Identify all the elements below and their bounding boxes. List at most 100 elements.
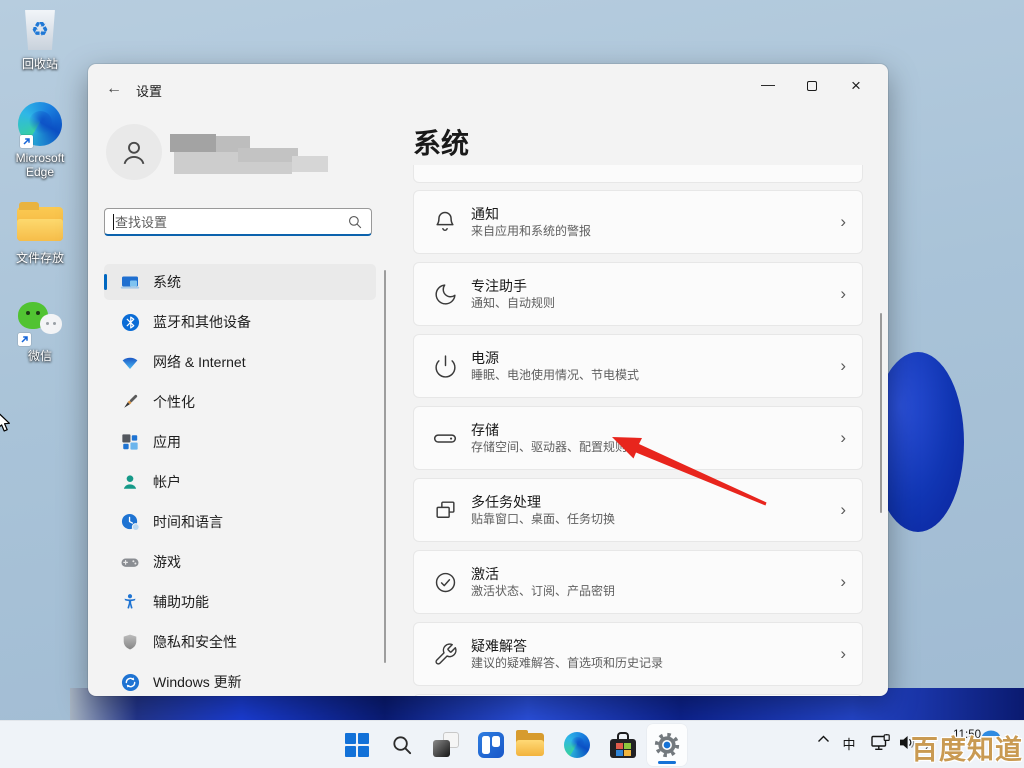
taskbar-search-button[interactable] (388, 731, 416, 759)
card-subtitle: 通知、自动规则 (471, 296, 556, 310)
start-button[interactable] (343, 731, 371, 759)
card-subtitle: 来自应用和系统的警报 (471, 224, 592, 238)
avatar[interactable] (106, 124, 162, 180)
sidebar-item-accessibility[interactable]: 辅助功能 (104, 584, 376, 620)
card-title: 通知 (471, 206, 499, 222)
accessibility-icon (120, 592, 140, 612)
storage-drive-icon (431, 424, 459, 452)
watermark-logo-icon (982, 730, 1000, 736)
sidebar-item-label: 系统 (153, 274, 181, 290)
recycle-bin-icon: ♻ (25, 10, 55, 50)
card-title: 激活 (471, 566, 499, 582)
sidebar-item-label: 蓝牙和其他设备 (153, 314, 251, 330)
card-title: 专注助手 (471, 278, 527, 294)
apps-icon (120, 432, 140, 452)
bell-icon (431, 208, 459, 236)
sidebar-item-network[interactable]: 网络 & Internet (104, 344, 376, 380)
sidebar-item-windows-update[interactable]: Windows 更新 (104, 664, 376, 696)
sidebar-scrollbar[interactable] (384, 270, 386, 663)
card-troubleshoot[interactable]: 疑难解答 建议的疑难解答、首选项和历史记录 › (413, 622, 863, 686)
power-icon (431, 352, 459, 380)
desktop-icon-label: 回收站 (21, 57, 58, 71)
card-subtitle: 存储空间、驱动器、配置规则 (471, 440, 628, 454)
card-notifications[interactable]: 通知 来自应用和系统的警报 › (413, 190, 863, 254)
card-subtitle: 贴靠窗口、桌面、任务切换 (471, 512, 616, 526)
file-explorer-button[interactable] (516, 730, 544, 759)
scrolled-card-partial[interactable] (413, 165, 863, 183)
ime-indicator[interactable]: 中 (840, 734, 858, 753)
chevron-right-icon: › (840, 644, 846, 663)
card-title: 存储 (471, 422, 499, 438)
close-button[interactable]: × (834, 72, 878, 100)
multitask-windows-icon (431, 496, 459, 524)
recycle-glyph: ♻ (31, 19, 49, 41)
settings-button[interactable] (653, 731, 681, 759)
task-view-icon (433, 732, 459, 758)
sidebar-item-label: 隐私和安全性 (153, 634, 237, 650)
sidebar-item-label: 游戏 (153, 554, 181, 570)
moon-icon (431, 280, 459, 308)
sidebar-item-privacy[interactable]: 隐私和安全性 (104, 624, 376, 660)
desktop-icon-label: 微信 (27, 349, 52, 363)
maximize-button[interactable] (790, 72, 834, 100)
search-input[interactable]: 查找设置 (104, 208, 372, 236)
monitor-network-icon (870, 734, 890, 751)
task-view-button[interactable] (432, 731, 460, 759)
card-multitasking[interactable]: 多任务处理 贴靠窗口、桌面、任务切换 › (413, 478, 863, 542)
store-button[interactable] (609, 731, 637, 759)
minimize-icon: — (761, 76, 775, 92)
sidebar-item-label: 时间和语言 (153, 514, 223, 530)
network-tray-icon[interactable] (869, 734, 893, 752)
card-power[interactable]: 电源 睡眠、电池使用情况、节电模式 › (413, 334, 863, 398)
card-activation[interactable]: 激活激活状态、订阅、产品密钥 › (413, 550, 863, 614)
update-icon (120, 672, 140, 692)
chevron-right-icon: › (840, 572, 846, 591)
ime-label: 中 (842, 737, 856, 752)
sidebar-item-system[interactable]: 系统 (104, 264, 376, 300)
sidebar-item-bluetooth[interactable]: 蓝牙和其他设备 (104, 304, 376, 340)
card-focus-assist[interactable]: 专注助手通知、自动规则 › (413, 262, 863, 326)
blurred-username (292, 156, 328, 172)
sidebar-item-label: 帐户 (153, 474, 181, 490)
blurred-username (238, 148, 298, 162)
gear-icon (654, 732, 680, 758)
check-circle-icon (431, 568, 459, 596)
desktop-icon-recycle-bin[interactable]: ♻ 回收站 (0, 6, 80, 71)
sidebar-item-apps[interactable]: 应用 (104, 424, 376, 460)
sidebar-item-gaming[interactable]: 游戏 (104, 544, 376, 580)
edge-icon (564, 732, 590, 758)
minimize-button[interactable]: — (746, 72, 790, 100)
clock-icon (120, 512, 140, 532)
desktop-icon-edge[interactable]: Microsoft Edge (0, 100, 80, 179)
chevron-up-icon (817, 735, 829, 742)
wrench-icon (431, 640, 459, 668)
sidebar-item-accounts[interactable]: 帐户 (104, 464, 376, 500)
card-subtitle: 激活状态、订阅、产品密钥 (471, 584, 616, 598)
desktop-icon-label: 文件存放 (15, 251, 64, 265)
desktop-icon-wechat[interactable]: 微信 (0, 298, 80, 363)
next-card-partial[interactable] (413, 694, 863, 696)
blurred-username (170, 134, 216, 152)
widgets-icon (478, 732, 504, 758)
file-explorer-icon (516, 730, 544, 757)
settings-window: ← 设置 — × 查找设置 系统 蓝牙和其他设备 网络 & Internet 个… (88, 64, 888, 696)
text-caret (113, 213, 114, 230)
content-scrollbar[interactable] (880, 313, 882, 513)
sidebar-item-time-language[interactable]: 时间和语言 (104, 504, 376, 540)
widgets-button[interactable] (477, 731, 505, 759)
sidebar-item-label: 辅助功能 (153, 594, 209, 610)
sidebar-item-label: 个性化 (153, 394, 195, 410)
edge-button[interactable] (563, 731, 591, 759)
chevron-right-icon: › (840, 500, 846, 519)
tray-chevron-up[interactable] (814, 735, 832, 743)
back-arrow-icon: ← (106, 80, 122, 97)
card-storage[interactable]: 存储 存储空间、驱动器、配置规则 › (413, 406, 863, 470)
running-indicator (658, 761, 676, 764)
sidebar-item-personalization[interactable]: 个性化 (104, 384, 376, 420)
close-icon: × (851, 76, 861, 95)
chevron-right-icon: › (840, 284, 846, 303)
windows-logo-icon (345, 733, 369, 757)
watermark: 百度知道 (911, 735, 1023, 765)
desktop-icon-folder[interactable]: 文件存放 (0, 200, 80, 265)
back-button[interactable]: ← (102, 78, 126, 100)
